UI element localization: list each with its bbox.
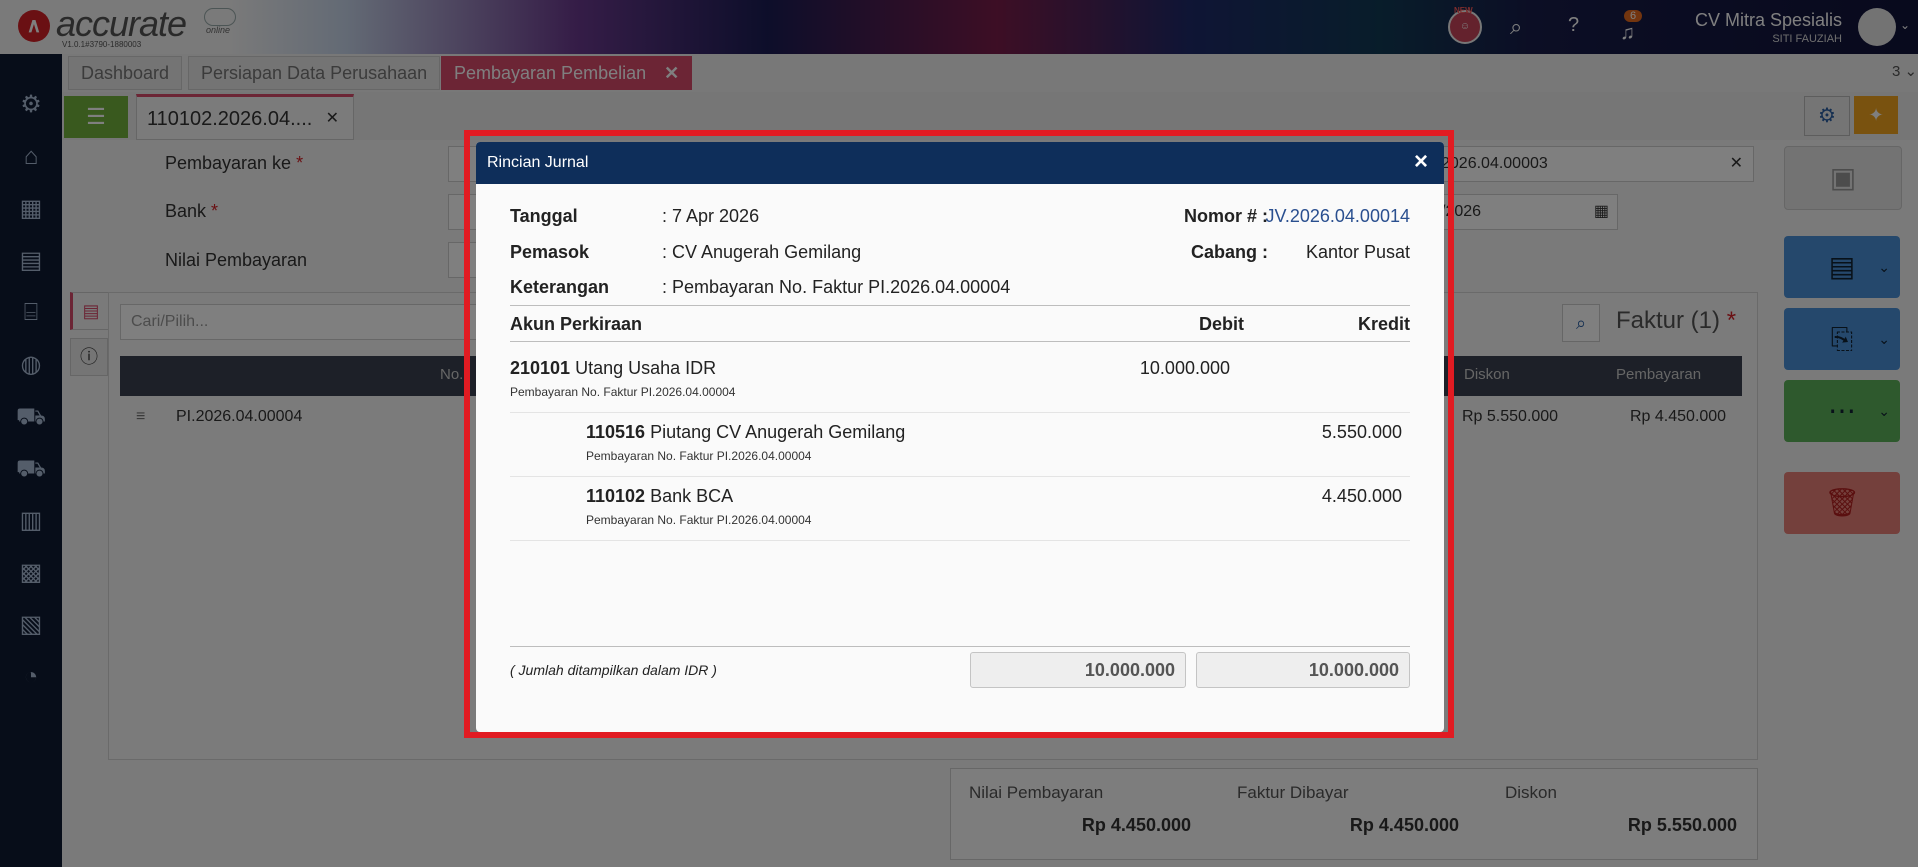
dialog-title: Rincian Jurnal [487, 154, 589, 171]
journal-entry-account[interactable]: 110516 Piutang CV Anugerah Gemilang [586, 422, 905, 443]
cabang-value: Kantor Pusat [1305, 242, 1410, 262]
account-code: 110102 [586, 486, 646, 506]
currency-footnote: ( Jumlah ditampilkan dalam IDR ) [510, 662, 717, 678]
account-code: 210101 [510, 358, 571, 378]
close-icon[interactable]: × [1414, 148, 1428, 176]
keterangan-value: : Pembayaran No. Faktur PI.2026.04.00004 [662, 277, 1011, 297]
journal-entry-account[interactable]: 110102 Bank BCA [586, 486, 733, 507]
entry-debit: 10.000.000 [1139, 358, 1230, 378]
tanggal-label: Tanggal [510, 206, 578, 226]
divider [510, 341, 1410, 342]
pemasok-value: : CV Anugerah Gemilang [662, 242, 862, 262]
nomor-value[interactable]: JV.2026.04.00014 [1266, 206, 1410, 227]
entry-kredit: 4.450.000 [1321, 486, 1402, 506]
journal-entry-account[interactable]: 210101 Utang Usaha IDR [510, 358, 716, 379]
account-name: Utang Usaha IDR [575, 358, 717, 378]
row-divider [510, 412, 1410, 413]
account-name: Bank BCA [650, 486, 734, 506]
divider [510, 646, 1410, 647]
column-debit: Debit [1199, 314, 1244, 334]
row-divider [510, 476, 1410, 477]
entry-note: Pembayaran No. Faktur PI.2026.04.00004 [586, 513, 812, 527]
journal-detail-dialog: Rincian Jurnal × Tanggal : 7 Apr 2026 Pe… [476, 142, 1444, 732]
dialog-header: Rincian Jurnal × [476, 142, 1444, 184]
row-divider [510, 540, 1410, 541]
entry-kredit: 5.550.000 [1321, 422, 1402, 442]
keterangan-label: Keterangan [510, 277, 610, 297]
column-kredit: Kredit [1357, 314, 1410, 334]
divider [510, 305, 1410, 306]
total-kredit-field: 10.000.000 [1196, 652, 1410, 688]
account-name: Piutang CV Anugerah Gemilang [650, 422, 906, 442]
entry-note: Pembayaran No. Faktur PI.2026.04.00004 [510, 385, 736, 399]
total-debit-field: 10.000.000 [970, 652, 1186, 688]
nomor-label: Nomor # : [1183, 206, 1268, 226]
tanggal-value: : 7 Apr 2026 [662, 206, 760, 226]
cabang-label: Cabang : [1190, 242, 1268, 262]
column-akun-perkiraan: Akun Perkiraan [510, 314, 643, 334]
account-code: 110516 [586, 422, 646, 442]
pemasok-label: Pemasok [510, 242, 590, 262]
entry-note: Pembayaran No. Faktur PI.2026.04.00004 [586, 449, 812, 463]
